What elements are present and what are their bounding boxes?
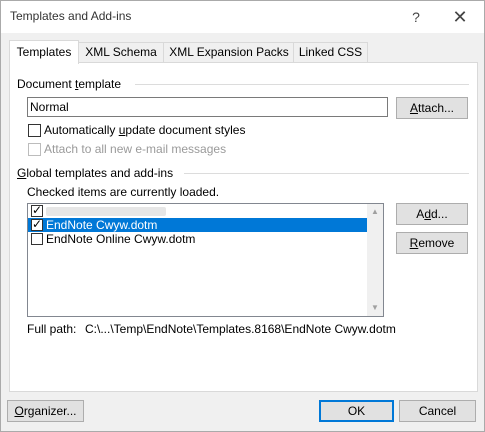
remove-button[interactable]: Remove [396,232,468,254]
ok-button[interactable]: OK [319,400,394,422]
check-mark-icon: ✓ [32,217,43,231]
list-scrollbar[interactable]: ▲ ▼ [367,204,383,316]
window-title: Templates and Add-ins [10,9,132,23]
attach-all-checkbox [28,143,41,156]
list-item-label: EndNote Cwyw.dotm [46,218,158,232]
attach-all-label: Attach to all new e-mail messages [44,142,227,156]
list-item[interactable]: ✓ EndNote Cwyw.dotm [28,217,367,232]
loaded-items-note: Checked items are currently loaded. [27,185,220,199]
group-divider [184,173,469,174]
close-icon[interactable]: ✕ [440,3,480,31]
document-template-heading: Document template [17,77,122,91]
document-template-field[interactable]: Normal [27,97,388,117]
title-bar: Templates and Add-ins ? ✕ [1,1,484,33]
redacted-item-name [46,207,166,216]
list-item-checkbox[interactable]: ✓ [31,217,43,231]
list-item[interactable]: EndNote Online Cwyw.dotm [28,232,367,246]
tab-templates[interactable]: Templates [9,40,79,64]
tab-xml-schema[interactable]: XML Schema [77,42,165,62]
auto-update-checkbox[interactable] [28,124,41,137]
global-templates-heading: Global templates and add-ins [17,166,174,180]
check-mark-icon: ✓ [32,203,43,217]
help-icon[interactable]: ? [396,3,436,31]
full-path-value: C:\...\Temp\EndNote\Templates.8168\EndNo… [85,322,396,336]
full-path-label: Full path: [27,322,77,336]
chevron-up-icon[interactable]: ▲ [367,204,383,220]
templates-panel: Document template Normal Attach... Autom… [9,62,478,392]
organizer-button[interactable]: Organizer... [7,400,84,422]
list-item-label: EndNote Online Cwyw.dotm [46,232,196,246]
global-templates-list[interactable]: ✓ ✓ EndNote Cwyw.dotm EndNote Online Cwy… [27,203,384,317]
cancel-button[interactable]: Cancel [399,400,476,422]
list-item[interactable]: ✓ [28,204,367,218]
tab-linked-css[interactable]: Linked CSS [293,42,368,62]
add-button[interactable]: Add... [396,203,468,225]
chevron-down-icon[interactable]: ▼ [367,300,383,316]
tab-xml-expansion-packs[interactable]: XML Expansion Packs [163,42,295,62]
list-item-checkbox[interactable]: ✓ [31,203,43,217]
templates-dialog: Templates and Add-ins ? ✕ Templates XML … [0,0,485,432]
list-item-checkbox[interactable] [31,233,43,245]
attach-button[interactable]: Attach... [396,97,468,119]
group-divider [135,84,469,85]
auto-update-label: Automatically update document styles [44,123,246,137]
